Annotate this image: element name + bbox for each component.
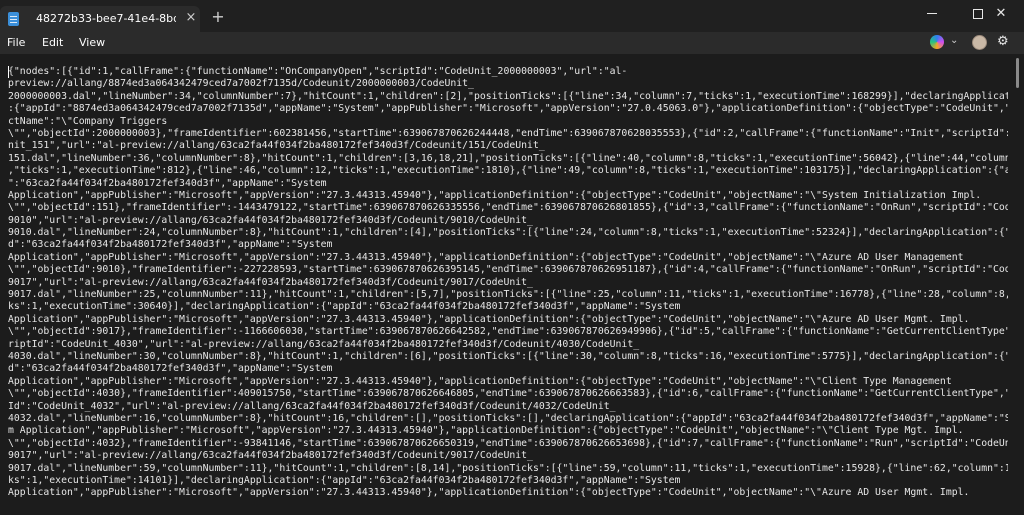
notepad-icon bbox=[8, 12, 19, 26]
text-line[interactable]: ":"63ca2fa44f034f2ba480172fef340d3f","ap… bbox=[8, 178, 1008, 190]
text-line[interactable]: {"nodes":[{"id":1,"callFrame":{"function… bbox=[8, 66, 1008, 78]
text-line[interactable]: :{"appId":"8874ed3a064342479ced7a7002f71… bbox=[8, 103, 1008, 115]
minimize-icon bbox=[927, 13, 937, 14]
text-line[interactable]: d":"63ca2fa44f034f2ba480172fef340d3f","a… bbox=[8, 239, 1008, 251]
text-line[interactable]: ctName":"\"Company Triggers bbox=[8, 116, 1008, 128]
menu-view[interactable]: View bbox=[79, 36, 105, 49]
text-line[interactable]: preview://allang/8874ed3a064342479ced7a7… bbox=[8, 78, 1008, 90]
close-icon: ✕ bbox=[995, 6, 1007, 21]
title-bar: 48272b33-bee7-41e4-8bd0-371b8 × + ✕ bbox=[0, 0, 1024, 32]
tab-title: 48272b33-bee7-41e4-8bd0-371b8 bbox=[36, 12, 176, 25]
vertical-scrollbar[interactable] bbox=[1016, 58, 1019, 88]
document-tab[interactable]: 48272b33-bee7-41e4-8bd0-371b8 × bbox=[0, 6, 200, 32]
text-line[interactable]: 9017","url":"al-preview://allang/63ca2fa… bbox=[8, 450, 1008, 462]
document-text[interactable]: {"nodes":[{"id":1,"callFrame":{"function… bbox=[8, 66, 1008, 500]
menu-bar: File Edit View ⌄ ⚙ bbox=[0, 32, 1024, 54]
text-line[interactable]: \"","objectId":9010},"frameIdentifier":-… bbox=[8, 264, 1008, 276]
gear-icon[interactable]: ⚙ bbox=[997, 34, 1009, 49]
text-caret bbox=[8, 66, 9, 78]
avatar[interactable] bbox=[972, 35, 987, 50]
text-line[interactable]: ,"ticks":1,"executionTime":812},{"line":… bbox=[8, 165, 1008, 177]
close-window-button[interactable]: ✕ bbox=[978, 0, 1024, 32]
text-line[interactable]: \"","objectId":151},"frameIdentifier":-1… bbox=[8, 202, 1008, 214]
text-line[interactable]: 9017.dal","lineNumber":25,"columnNumber"… bbox=[8, 289, 1008, 301]
text-line[interactable]: Application","appPublisher":"Microsoft",… bbox=[8, 487, 1008, 499]
chevron-down-icon[interactable]: ⌄ bbox=[950, 35, 958, 46]
minimize-button[interactable] bbox=[909, 0, 955, 32]
text-line[interactable]: Id":"CodeUnit_4032","url":"al-preview://… bbox=[8, 401, 1008, 413]
menu-file[interactable]: File bbox=[7, 36, 25, 49]
text-line[interactable]: ks":1,"executionTime":14101}],"declaring… bbox=[8, 475, 1008, 487]
text-line[interactable]: m Application","appPublisher":"Microsoft… bbox=[8, 425, 1008, 437]
text-line[interactable]: nit_151","url":"al-preview://allang/63ca… bbox=[8, 140, 1008, 152]
copilot-icon[interactable] bbox=[930, 35, 944, 49]
text-line[interactable]: riptId":"CodeUnit_4030","url":"al-previe… bbox=[8, 339, 1008, 351]
text-line[interactable]: d":"63ca2fa44f034f2ba480172fef340d3f","a… bbox=[8, 363, 1008, 375]
new-tab-button[interactable]: + bbox=[210, 9, 226, 25]
text-line[interactable]: 9017","url":"al-preview://allang/63ca2fa… bbox=[8, 277, 1008, 289]
text-line[interactable]: 4032.dal","lineNumber":16,"columnNumber"… bbox=[8, 413, 1008, 425]
text-line[interactable]: ks":1,"executionTime":30640}],"declaring… bbox=[8, 301, 1008, 313]
text-line[interactable]: \"","objectId":2000000003},"frameIdentif… bbox=[8, 128, 1008, 140]
menu-edit[interactable]: Edit bbox=[42, 36, 63, 49]
text-line[interactable]: 9017.dal","lineNumber":59,"columnNumber"… bbox=[8, 463, 1008, 475]
text-line[interactable]: Application","appPublisher":"Microsoft",… bbox=[8, 190, 1008, 202]
text-line[interactable]: 9010.dal","lineNumber":24,"columnNumber"… bbox=[8, 227, 1008, 239]
text-line[interactable]: Application","appPublisher":"Microsoft",… bbox=[8, 252, 1008, 264]
text-line[interactable]: \"","objectId":9017},"frameIdentifier":-… bbox=[8, 326, 1008, 338]
text-line[interactable]: 4030.dal","lineNumber":30,"columnNumber"… bbox=[8, 351, 1008, 363]
text-line[interactable]: \"","objectId":4032},"frameIdentifier":-… bbox=[8, 438, 1008, 450]
text-line[interactable]: Application","appPublisher":"Microsoft",… bbox=[8, 314, 1008, 326]
text-line[interactable]: 2000000003.dal","lineNumber":34,"columnN… bbox=[8, 91, 1008, 103]
text-line[interactable]: 9010","url":"al-preview://allang/63ca2fa… bbox=[8, 215, 1008, 227]
text-editor[interactable]: {"nodes":[{"id":1,"callFrame":{"function… bbox=[0, 54, 1024, 515]
text-line[interactable]: 151.dal","lineNumber":36,"columnNumber":… bbox=[8, 153, 1008, 165]
text-line[interactable]: Application","appPublisher":"Microsoft",… bbox=[8, 376, 1008, 388]
tab-close-button[interactable]: × bbox=[184, 10, 198, 26]
text-line[interactable]: \"","objectId":4030},"frameIdentifier":4… bbox=[8, 388, 1008, 400]
